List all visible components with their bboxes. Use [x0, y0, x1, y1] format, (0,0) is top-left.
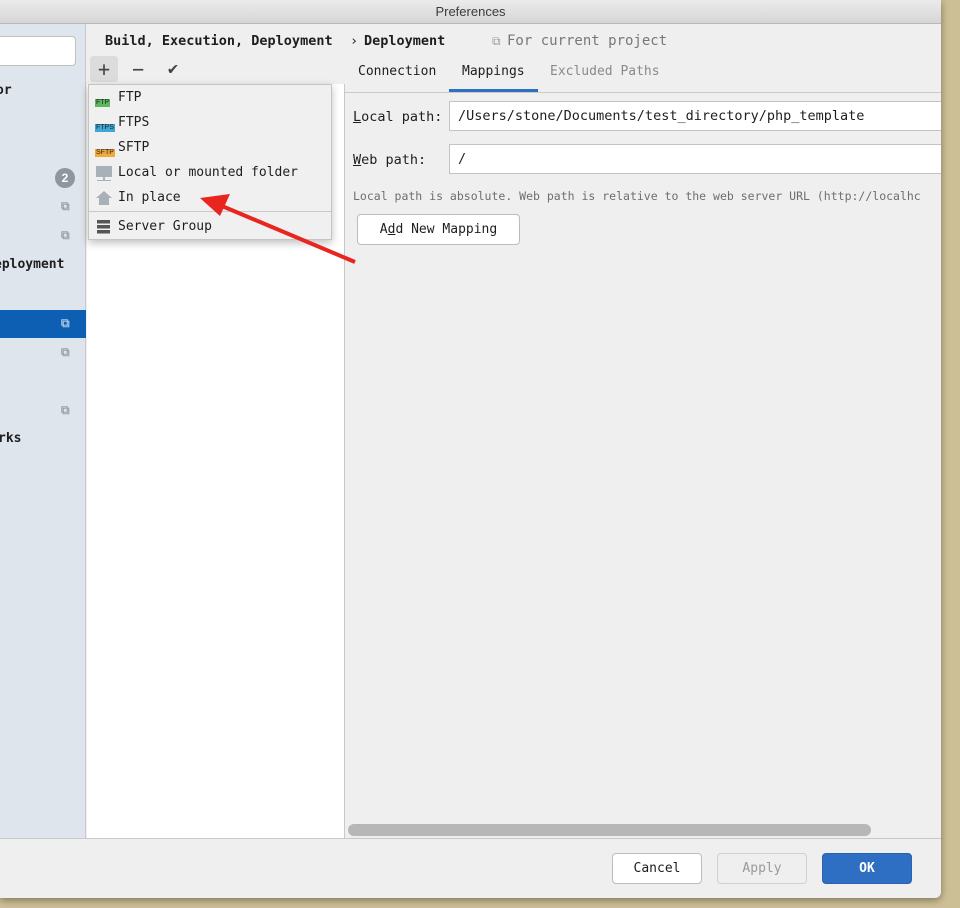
annotation-arrow	[200, 194, 356, 264]
